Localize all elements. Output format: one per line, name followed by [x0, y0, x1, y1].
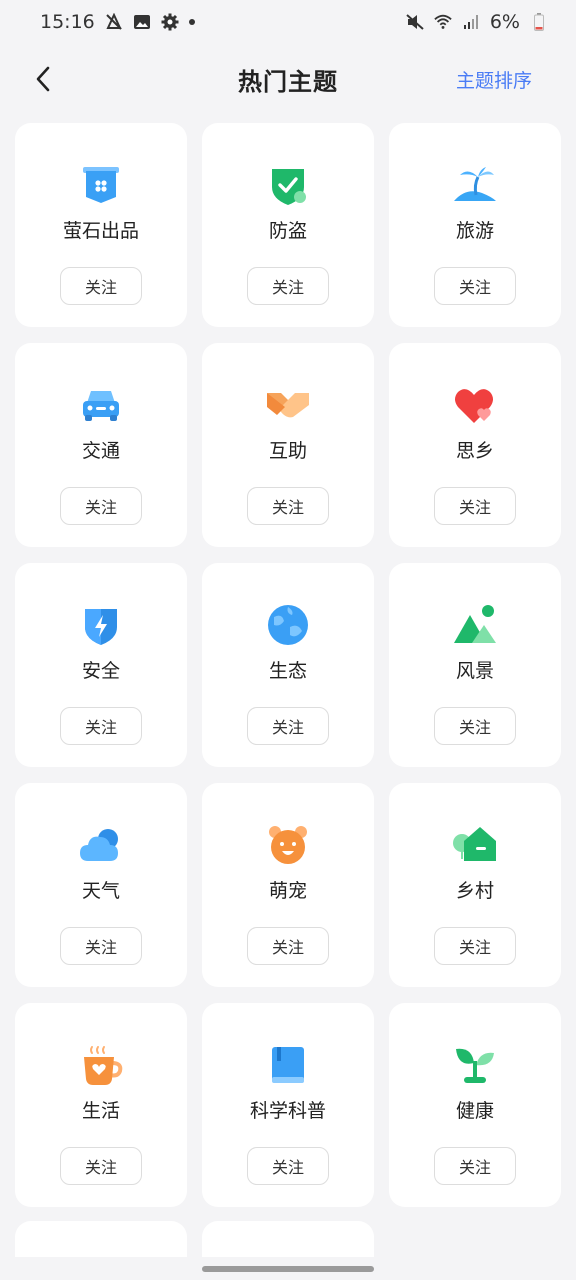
topic-card[interactable]: 萌宠 关注	[202, 783, 374, 987]
topic-name: 天气	[81, 880, 120, 902]
topic-card[interactable]: 萤石出品 关注	[15, 123, 187, 327]
sort-topics-button[interactable]: 主题排序	[456, 66, 532, 93]
mountain-sun-icon	[452, 603, 498, 647]
topic-card-partial[interactable]	[15, 1221, 187, 1257]
topic-name: 健康	[455, 1100, 494, 1122]
topic-card[interactable]: 健康 关注	[389, 1003, 561, 1207]
sailboat-notification-icon	[105, 13, 123, 31]
follow-button[interactable]: 关注	[434, 267, 516, 305]
topic-name: 思乡	[455, 440, 494, 462]
page-title: 热门主题	[238, 67, 338, 96]
house-tree-icon	[452, 823, 498, 867]
chevron-left-icon	[36, 66, 50, 92]
follow-button[interactable]: 关注	[434, 707, 516, 745]
topic-card[interactable]: 旅游 关注	[389, 123, 561, 327]
follow-button[interactable]: 关注	[434, 487, 516, 525]
status-bar: 15:16 6%	[0, 0, 576, 44]
topic-name: 安全	[81, 660, 120, 682]
topic-card[interactable]: 生态 关注	[202, 563, 374, 767]
topic-name: 生活	[81, 1100, 120, 1122]
coffee-cup-icon	[78, 1043, 124, 1087]
topic-card[interactable]: 乡村 关注	[389, 783, 561, 987]
follow-button[interactable]: 关注	[60, 1147, 142, 1185]
topic-card[interactable]: 生活 关注	[15, 1003, 187, 1207]
topic-card-partial[interactable]	[202, 1221, 374, 1257]
book-icon	[265, 1043, 311, 1087]
follow-button[interactable]: 关注	[247, 927, 329, 965]
cloud-icon	[78, 823, 124, 867]
mute-icon	[406, 13, 424, 31]
follow-button[interactable]: 关注	[60, 487, 142, 525]
follow-button[interactable]: 关注	[60, 927, 142, 965]
follow-button[interactable]: 关注	[247, 487, 329, 525]
topic-card[interactable]: 防盗 关注	[202, 123, 374, 327]
follow-button[interactable]: 关注	[247, 1147, 329, 1185]
topic-card[interactable]: 互助 关注	[202, 343, 374, 547]
follow-button[interactable]: 关注	[60, 267, 142, 305]
topic-name: 生态	[268, 660, 307, 682]
banner-icon	[78, 163, 124, 207]
follow-button[interactable]: 关注	[60, 707, 142, 745]
heart-icon	[452, 383, 498, 427]
bear-face-icon	[265, 823, 311, 867]
topic-card[interactable]: 风景 关注	[389, 563, 561, 767]
image-notification-icon	[133, 13, 151, 31]
topic-name: 萌宠	[268, 880, 307, 902]
wifi-icon	[434, 13, 452, 31]
topic-card[interactable]: 科学科普 关注	[202, 1003, 374, 1207]
topic-name: 萤石出品	[62, 220, 139, 242]
topic-card[interactable]: 天气 关注	[15, 783, 187, 987]
topic-name: 防盗	[268, 220, 307, 242]
follow-button[interactable]: 关注	[434, 927, 516, 965]
battery-percent: 6%	[489, 11, 520, 33]
topic-grid: 萤石出品 关注 防盗 关注 旅游 关注 交通 关注 互助 关注 思乡 关注 安全…	[15, 123, 561, 1207]
topic-name: 科学科普	[249, 1100, 326, 1122]
topic-name: 互助	[268, 440, 307, 462]
topic-card[interactable]: 思乡 关注	[389, 343, 561, 547]
globe-icon	[265, 603, 311, 647]
handshake-icon	[265, 383, 311, 427]
shield-check-icon	[265, 163, 311, 207]
signal-icon	[462, 13, 480, 31]
topic-name: 风景	[455, 660, 494, 682]
topic-name: 旅游	[455, 220, 494, 242]
back-button[interactable]	[28, 62, 58, 96]
car-icon	[78, 383, 124, 427]
follow-button[interactable]: 关注	[247, 707, 329, 745]
notification-dot-icon	[188, 19, 195, 25]
topic-name: 乡村	[455, 880, 494, 902]
shield-bolt-icon	[78, 603, 124, 647]
home-indicator[interactable]	[202, 1266, 374, 1272]
sprout-icon	[452, 1043, 498, 1087]
topic-card[interactable]: 安全 关注	[15, 563, 187, 767]
follow-button[interactable]: 关注	[434, 1147, 516, 1185]
palm-island-icon	[452, 163, 498, 207]
battery-icon	[530, 13, 548, 31]
topic-card[interactable]: 交通 关注	[15, 343, 187, 547]
page-header: 热门主题 主题排序	[0, 44, 576, 114]
topic-name: 交通	[81, 440, 120, 462]
gear-icon	[161, 13, 179, 31]
status-time: 15:16	[40, 11, 95, 33]
follow-button[interactable]: 关注	[247, 267, 329, 305]
